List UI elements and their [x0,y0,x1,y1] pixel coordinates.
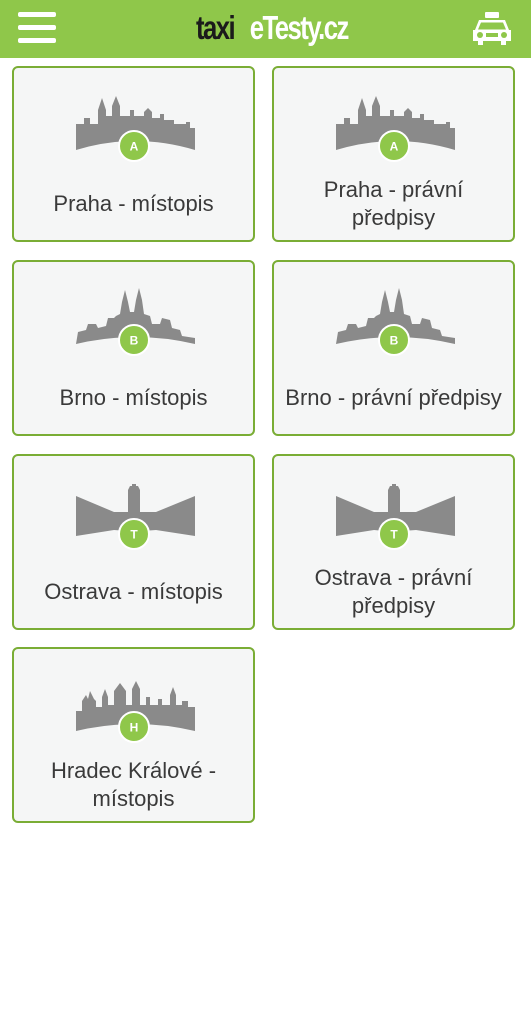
app-header: taxi eTesty.cz [0,0,531,58]
hradec-kralove-skyline-icon: H [76,681,195,743]
card-praha-mistopis[interactable]: A Praha - místopis [12,66,255,242]
card-badge: B [390,334,399,348]
praha-skyline-icon: A [336,96,455,162]
praha-skyline-icon: A [76,96,195,162]
card-badge: H [130,721,139,735]
card-label: Praha - místopis [53,191,214,216]
card-ostrava-mistopis[interactable]: T Ostrava - místopis [12,454,255,630]
card-badge: T [130,528,138,542]
card-label: Hradec Králové - místopis [50,758,217,811]
card-badge: T [390,528,398,542]
card-praha-pravni-predpisy[interactable]: A Praha - právní předpisy [272,66,515,242]
card-label: Ostrava - právní předpisy [314,565,473,618]
ostrava-skyline-icon: T [336,484,455,550]
brno-skyline-icon: B [336,288,455,356]
card-brno-pravni-predpisy[interactable]: B Brno - právní předpisy [272,260,515,436]
ostrava-skyline-icon: T [76,484,195,550]
card-label: Brno - právní předpisy [285,385,502,410]
brno-skyline-icon: B [76,288,195,356]
card-badge: A [130,140,139,154]
card-label: Praha - právní předpisy [323,177,464,230]
logo-etesty-text: eTesty.cz [249,9,350,46]
taxi-car-icon[interactable] [470,10,514,48]
card-brno-mistopis[interactable]: B Brno - místopis [12,260,255,436]
card-label: Ostrava - místopis [44,579,223,604]
card-badge: A [390,140,399,154]
logo-taxi-text: taxi [196,9,236,46]
hamburger-menu-icon[interactable] [18,12,56,44]
card-label: Brno - místopis [59,385,208,410]
card-hradec-kralove-mistopis[interactable]: H Hradec Králové - místopis [12,647,255,823]
card-ostrava-pravni-predpisy[interactable]: T Ostrava - právní předpisy [272,454,515,630]
card-badge: B [130,334,139,348]
app-logo: taxi eTesty.cz [196,6,350,50]
